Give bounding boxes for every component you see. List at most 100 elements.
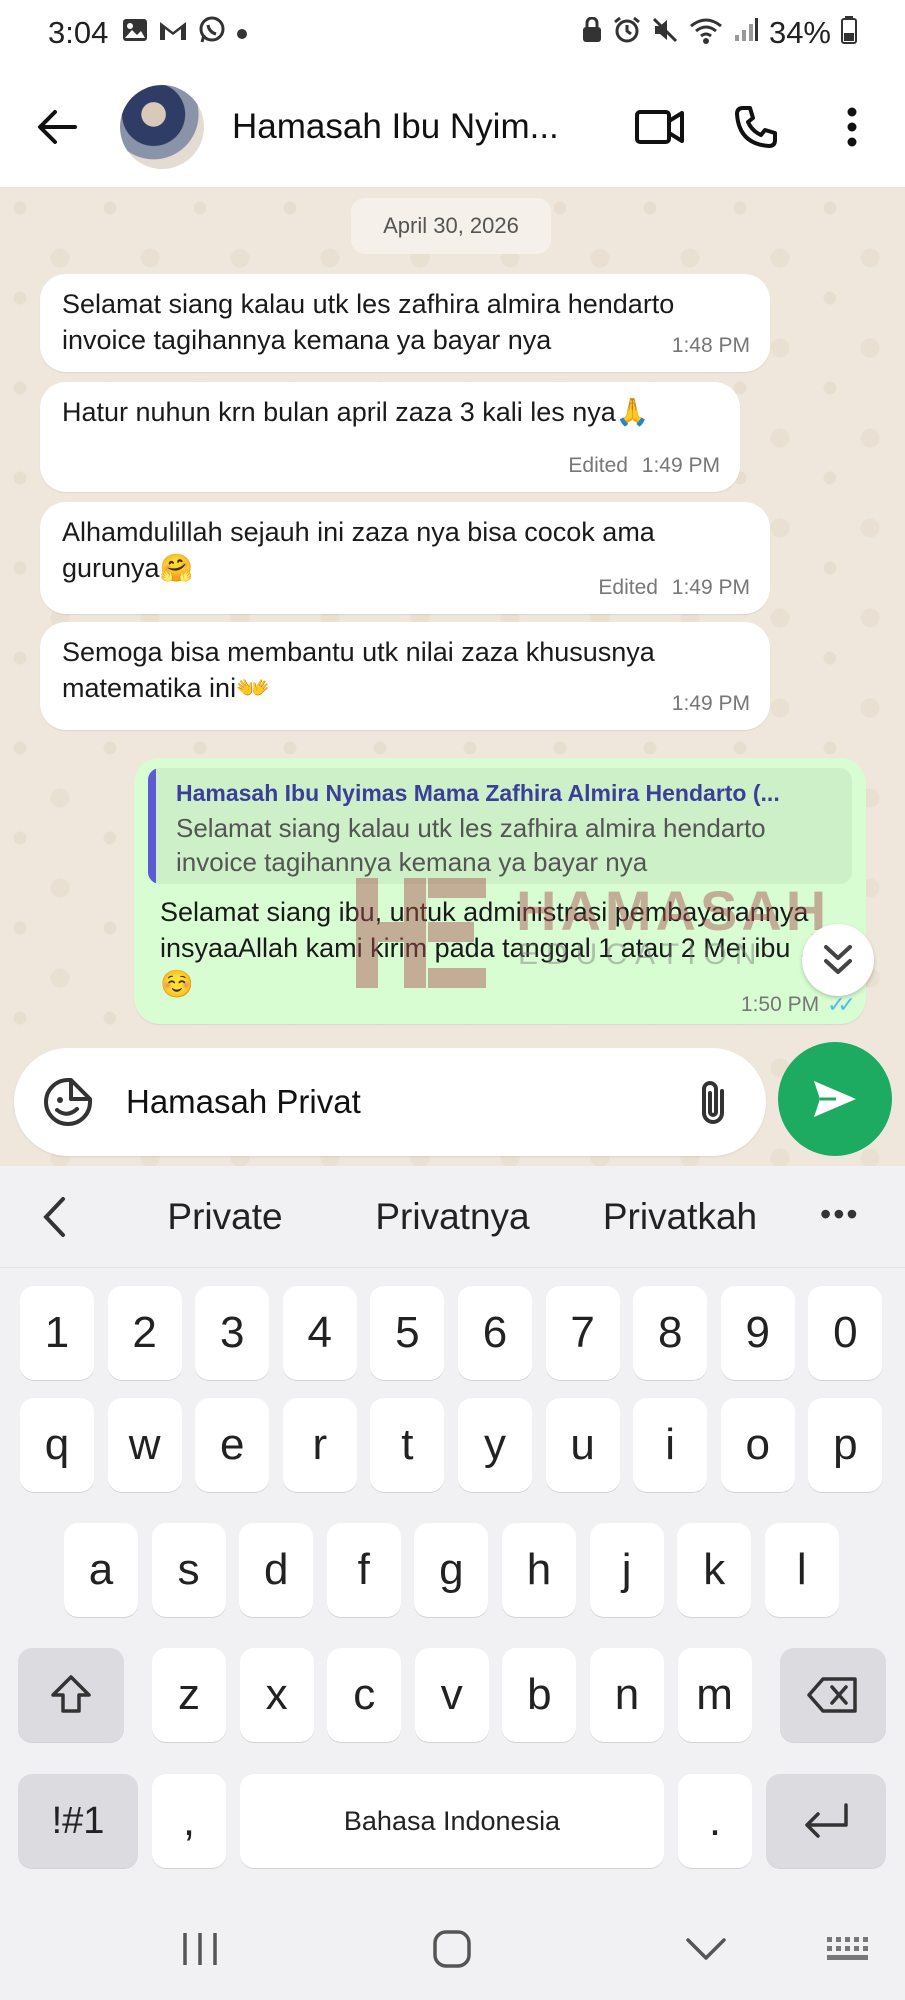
scroll-to-bottom-button[interactable] bbox=[802, 924, 874, 996]
shift-key[interactable] bbox=[18, 1648, 124, 1742]
incoming-message[interactable]: Selamat siang kalau utk les zafhira almi… bbox=[40, 274, 770, 372]
gallery-icon bbox=[122, 18, 148, 49]
lock-icon bbox=[581, 16, 603, 50]
sticker-icon bbox=[44, 1078, 92, 1126]
voice-call-button[interactable] bbox=[721, 92, 791, 162]
attach-button[interactable] bbox=[688, 1074, 738, 1130]
keyboard: Private Privatnya Privatkah ••• 12345678… bbox=[0, 1166, 905, 2000]
home-button[interactable] bbox=[422, 1898, 482, 2000]
letter-key-o[interactable]: o bbox=[720, 1398, 795, 1492]
incoming-message[interactable]: Semoga bisa membantu utk nilai zaza khus… bbox=[40, 622, 770, 730]
message-time: 1:48 PM bbox=[671, 334, 750, 357]
chat-header: Hamasah Ibu Nyim... bbox=[0, 66, 905, 188]
letter-key-h[interactable]: h bbox=[502, 1523, 576, 1617]
comma-key[interactable]: , bbox=[152, 1774, 226, 1868]
message-input-value[interactable]: Hamasah Privat bbox=[126, 1083, 361, 1121]
message-text: Semoga bisa membantu utk nilai zaza khus… bbox=[62, 637, 655, 703]
letter-key-p[interactable]: p bbox=[808, 1398, 883, 1492]
enter-key[interactable] bbox=[766, 1774, 886, 1868]
number-key-9[interactable]: 9 bbox=[720, 1286, 795, 1380]
letter-key-k[interactable]: k bbox=[677, 1523, 752, 1617]
letter-key-b[interactable]: b bbox=[502, 1648, 577, 1742]
message-time: 1:50 PM bbox=[740, 993, 820, 1016]
space-key[interactable]: Bahasa Indonesia bbox=[240, 1774, 664, 1868]
send-icon bbox=[814, 1081, 856, 1117]
more-suggestions-button[interactable]: ••• bbox=[820, 1196, 860, 1233]
incoming-message[interactable]: Alhamdulillah sejauh ini zaza nya bisa c… bbox=[40, 502, 770, 614]
suggestion-3[interactable]: Privatkah bbox=[585, 1196, 775, 1238]
back-button[interactable] bbox=[22, 92, 92, 162]
letter-key-y[interactable]: y bbox=[458, 1398, 532, 1492]
number-key-1[interactable]: 1 bbox=[20, 1286, 94, 1380]
number-key-6[interactable]: 6 bbox=[458, 1286, 532, 1380]
alarm-icon bbox=[613, 16, 641, 51]
composer: Hamasah Privat bbox=[0, 1040, 905, 1166]
back-nav-button[interactable] bbox=[676, 1898, 736, 2000]
chat-area[interactable]: April 30, 2026 Selamat siang kalau utk l… bbox=[0, 188, 905, 1166]
letter-key-c[interactable]: c bbox=[327, 1648, 402, 1742]
recent-apps-button[interactable] bbox=[170, 1898, 230, 2000]
letter-key-d[interactable]: d bbox=[239, 1523, 314, 1617]
letter-key-r[interactable]: r bbox=[282, 1398, 357, 1492]
number-key-2[interactable]: 2 bbox=[107, 1286, 182, 1380]
chevron-left-icon bbox=[43, 1196, 65, 1237]
letter-key-f[interactable]: f bbox=[326, 1523, 401, 1617]
letter-key-m[interactable]: m bbox=[677, 1648, 752, 1742]
message-meta: Edited 1:49 PM bbox=[568, 448, 720, 484]
more-options-button[interactable] bbox=[817, 92, 887, 162]
keyboard-switch-button[interactable] bbox=[818, 1898, 878, 2000]
number-key-0[interactable]: 0 bbox=[808, 1286, 883, 1380]
number-key-3[interactable]: 3 bbox=[195, 1286, 270, 1380]
number-key-4[interactable]: 4 bbox=[282, 1286, 357, 1380]
letter-key-q[interactable]: q bbox=[20, 1398, 94, 1492]
double-chevron-down-icon bbox=[824, 945, 852, 974]
more-options-icon bbox=[847, 107, 857, 146]
incoming-message[interactable]: Hatur nuhun krn bulan april zaza 3 kali … bbox=[40, 382, 740, 492]
number-key-7[interactable]: 7 bbox=[545, 1286, 620, 1380]
letter-key-v[interactable]: v bbox=[414, 1648, 489, 1742]
sticker-button[interactable] bbox=[40, 1074, 96, 1130]
suggestion-2[interactable]: Privatnya bbox=[355, 1196, 550, 1238]
message-meta: 1:49 PM bbox=[672, 686, 750, 722]
letter-key-x[interactable]: x bbox=[239, 1648, 314, 1742]
video-call-button[interactable] bbox=[625, 92, 695, 162]
signal-icon bbox=[733, 17, 759, 50]
status-time: 3:04 bbox=[48, 15, 109, 50]
paperclip-icon bbox=[702, 1081, 724, 1124]
letter-key-i[interactable]: i bbox=[633, 1398, 708, 1492]
letter-key-s[interactable]: s bbox=[151, 1523, 226, 1617]
number-key-5[interactable]: 5 bbox=[370, 1286, 445, 1380]
letter-key-e[interactable]: e bbox=[195, 1398, 270, 1492]
gmail-icon bbox=[158, 18, 188, 49]
message-text: Selamat siang ibu, untuk administrasi pe… bbox=[160, 897, 832, 999]
suggestion-collapse-button[interactable] bbox=[24, 1196, 84, 1238]
dot-icon bbox=[236, 19, 248, 47]
battery-icon bbox=[841, 15, 857, 51]
letter-key-w[interactable]: w bbox=[107, 1398, 182, 1492]
letter-key-z[interactable]: z bbox=[152, 1648, 226, 1742]
letter-key-g[interactable]: g bbox=[414, 1523, 489, 1617]
number-key-8[interactable]: 8 bbox=[633, 1286, 708, 1380]
symbols-key[interactable]: !#1 bbox=[18, 1774, 138, 1868]
letter-key-a[interactable]: a bbox=[64, 1523, 138, 1617]
letter-key-n[interactable]: n bbox=[590, 1648, 664, 1742]
letter-key-u[interactable]: u bbox=[545, 1398, 620, 1492]
back-arrow-icon bbox=[38, 109, 77, 144]
edited-label: Edited bbox=[598, 576, 658, 599]
backspace-key[interactable] bbox=[780, 1648, 886, 1742]
letter-key-l[interactable]: l bbox=[764, 1523, 839, 1617]
contact-name[interactable]: Hamasah Ibu Nyim... bbox=[232, 107, 582, 147]
enter-icon bbox=[805, 1803, 848, 1838]
outgoing-message[interactable]: Hamasah Ibu Nyimas Mama Zafhira Almira H… bbox=[134, 758, 866, 1024]
period-key[interactable]: . bbox=[678, 1774, 752, 1868]
quoted-message[interactable]: Hamasah Ibu Nyimas Mama Zafhira Almira H… bbox=[148, 768, 852, 884]
message-input-field[interactable]: Hamasah Privat bbox=[14, 1048, 766, 1156]
mute-icon bbox=[651, 16, 679, 51]
letter-key-t[interactable]: t bbox=[370, 1398, 445, 1492]
send-button[interactable] bbox=[778, 1042, 892, 1156]
quoted-text: Selamat siang kalau utk les zafhira almi… bbox=[176, 813, 766, 877]
suggestion-1[interactable]: Private bbox=[140, 1196, 310, 1238]
chevron-down-icon bbox=[686, 1938, 726, 1960]
letter-key-j[interactable]: j bbox=[589, 1523, 664, 1617]
contact-avatar[interactable] bbox=[120, 84, 204, 169]
